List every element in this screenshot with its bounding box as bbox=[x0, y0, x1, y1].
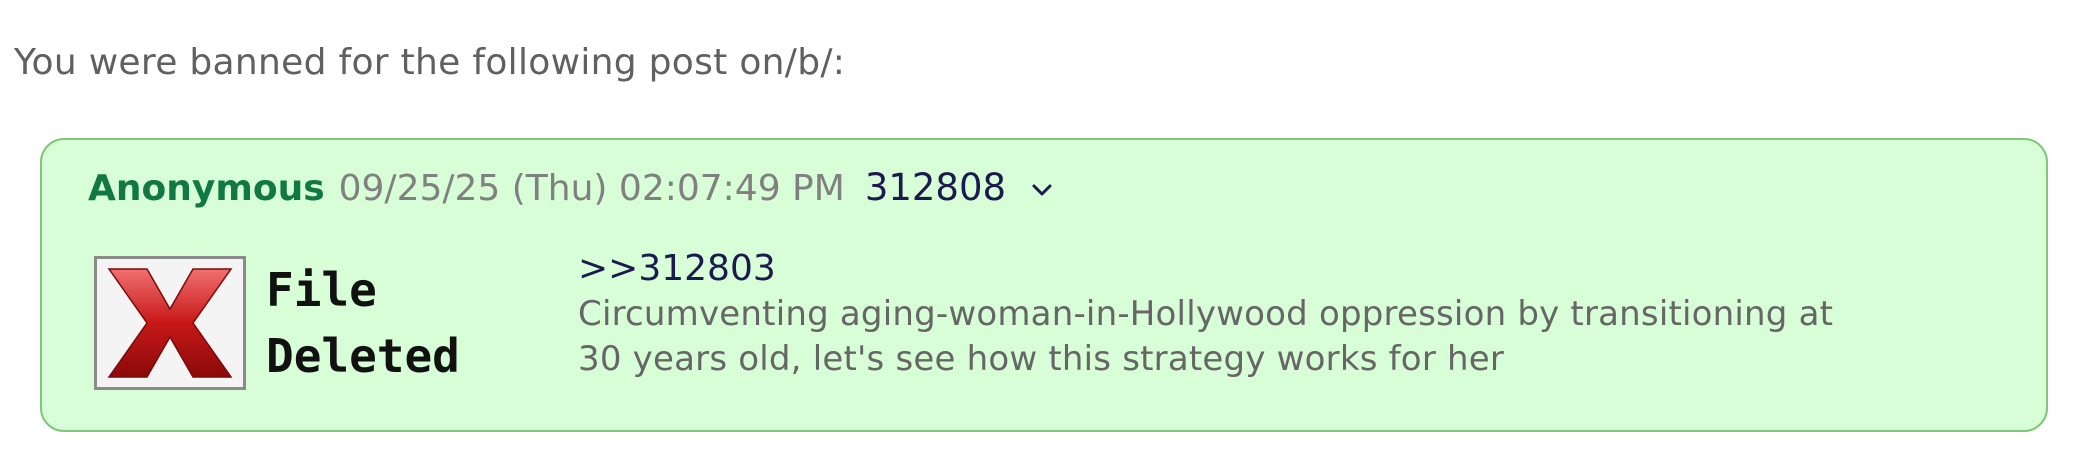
file-deleted-label: File Deleted bbox=[266, 257, 460, 389]
file-deleted-line2: Deleted bbox=[266, 329, 460, 383]
chevron-down-icon[interactable] bbox=[1028, 176, 1056, 204]
file-deleted-line1: File bbox=[266, 263, 377, 317]
post-message: Circumventing aging-woman-in-Hollywood o… bbox=[578, 292, 1998, 382]
post-body: >>312803 Circumventing aging-woman-in-Ho… bbox=[578, 246, 1998, 382]
ban-notice: You were banned for the following post o… bbox=[14, 42, 846, 83]
file-deleted-icon bbox=[94, 256, 246, 390]
quote-link[interactable]: >>312803 bbox=[578, 246, 776, 292]
post-date: 09/25/25 (Thu) 02:07:49 PM bbox=[338, 168, 845, 209]
post-message-line1: Circumventing aging-woman-in-Hollywood o… bbox=[578, 294, 1834, 334]
file-deleted-thumbnail[interactable]: File Deleted bbox=[94, 256, 460, 390]
post-message-line2: 30 years old, let's see how this strateg… bbox=[578, 339, 1505, 379]
banned-post: Anonymous 09/25/25 (Thu) 02:07:49 PM 312… bbox=[40, 138, 2048, 432]
poster-name: Anonymous bbox=[88, 168, 325, 209]
post-number[interactable]: 312808 bbox=[865, 166, 1006, 209]
post-header: Anonymous 09/25/25 (Thu) 02:07:49 PM 312… bbox=[88, 166, 1056, 209]
